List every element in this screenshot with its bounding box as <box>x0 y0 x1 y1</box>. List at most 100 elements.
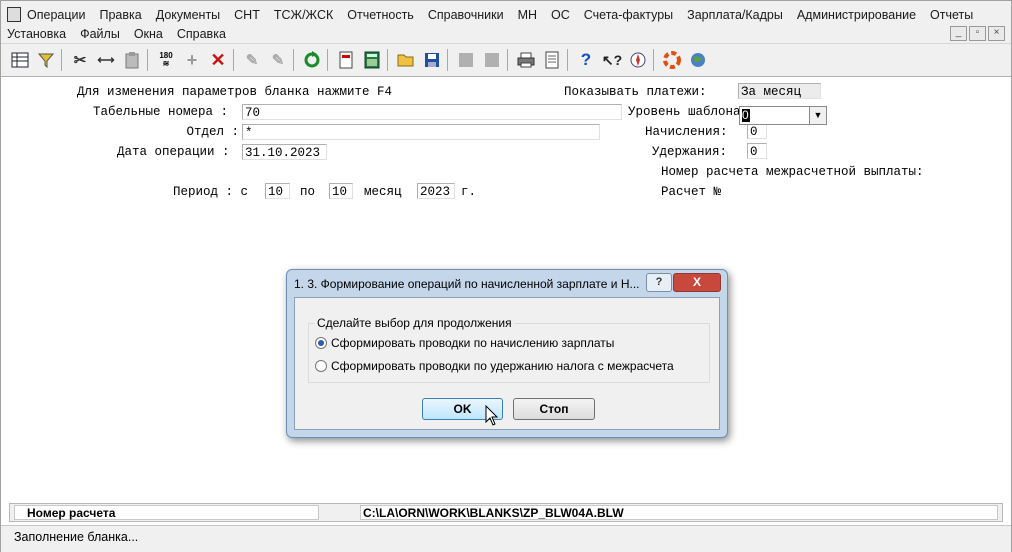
deductions-field[interactable]: 0 <box>747 143 767 159</box>
status-bar: Заполнение бланка... <box>1 525 1011 552</box>
minimize-button[interactable]: _ <box>950 26 967 41</box>
app-icon[interactable] <box>7 7 21 22</box>
choice-group: Сделайте выбор для продолжения Сформиров… <box>308 316 710 383</box>
paste-icon[interactable] <box>121 49 143 71</box>
dropper-icon[interactable]: ✎ <box>241 49 263 71</box>
menu-reporting[interactable]: Отчетность <box>347 8 414 22</box>
toolbar-separator <box>507 49 508 71</box>
close-window-button[interactable]: × <box>988 26 1005 41</box>
op-date-label: Дата операции : <box>117 145 230 159</box>
menu-help[interactable]: Справка <box>177 27 226 41</box>
mouse-cursor-icon <box>485 405 499 426</box>
menu-row-1: Операции Правка Документы СНТ ТСЖ/ЖСК От… <box>7 5 987 24</box>
dropper-ab-icon[interactable]: ✎ <box>267 49 289 71</box>
menu-documents[interactable]: Документы <box>156 8 220 22</box>
status-line: Номер расчета C:\LA\ORN\WORK\BLANKS\ZP_B… <box>9 503 1003 522</box>
menu-administration[interactable]: Администрирование <box>797 8 916 22</box>
toolbar-separator <box>327 49 328 71</box>
dialog-title: 1. 3. Формирование операций по начисленн… <box>294 277 640 291</box>
plus-icon[interactable]: + <box>181 49 203 71</box>
printer-icon[interactable] <box>515 49 537 71</box>
radio-unselected-icon[interactable] <box>315 360 327 372</box>
period-from-field[interactable]: 10 <box>265 183 290 199</box>
toolbar-separator <box>567 49 568 71</box>
f4-hint: Для изменения параметров бланка нажмите … <box>77 85 393 99</box>
option-accrual-label: Сформировать проводки по начислению зарп… <box>331 336 615 350</box>
period-by-label: по <box>300 185 316 199</box>
current-field-name: Номер расчета <box>14 505 319 520</box>
period-label: Период : с <box>173 185 249 199</box>
restore-button[interactable]: ▫ <box>969 26 986 41</box>
option-tax[interactable]: Сформировать проводки по удержанию налог… <box>315 359 674 373</box>
menu-invoices[interactable]: Счета-фактуры <box>584 8 673 22</box>
menu-os[interactable]: ОС <box>551 8 570 22</box>
toolbar-separator <box>233 49 234 71</box>
globe-icon[interactable] <box>687 49 709 71</box>
counter-icon[interactable]: 180 ≋ <box>155 49 177 71</box>
menu-snt[interactable]: СНТ <box>234 8 260 22</box>
period-year-suffix: г. <box>461 185 477 199</box>
period-to-field[interactable]: 10 <box>329 183 353 199</box>
dialog-help-button[interactable]: ? <box>646 273 672 292</box>
grey-square-icon[interactable] <box>455 49 477 71</box>
toolbar-separator <box>147 49 148 71</box>
toolbar-separator <box>447 49 448 71</box>
option-tax-label: Сформировать проводки по удержанию налог… <box>331 359 674 373</box>
toolbar: ✂ ⟷ 180 ≋ + ✕ ✎ ✎ ? ↖? <box>1 43 1011 77</box>
menu-mn[interactable]: МН <box>518 8 537 22</box>
period-year-field[interactable]: 2023 <box>417 183 455 199</box>
calc-number-label: Расчет № <box>661 185 722 199</box>
deductions-label: Удержания: <box>652 145 728 159</box>
department-field[interactable]: * <box>242 124 600 140</box>
filter-icon[interactable] <box>35 49 57 71</box>
mdi-window-controls: _ ▫ × <box>948 26 1005 41</box>
status-text: Заполнение бланка... <box>14 530 139 544</box>
menu-operations[interactable]: Операции <box>27 8 85 22</box>
menu-windows[interactable]: Окна <box>134 27 163 41</box>
context-help-icon[interactable]: ↖? <box>601 49 623 71</box>
show-payments-field[interactable]: За месяц <box>738 83 821 99</box>
option-accrual[interactable]: Сформировать проводки по начислению зарп… <box>315 336 614 350</box>
op-date-field[interactable]: 31.10.2023 <box>242 144 327 160</box>
blank-file-path: C:\LA\ORN\WORK\BLANKS\ZP_BLW04A.BLW <box>360 505 998 520</box>
scissors-icon[interactable]: ✂ <box>69 49 91 71</box>
accruals-label: Начисления: <box>645 125 728 139</box>
interim-number-label: Номер расчета межрасчетной выплаты: <box>661 165 924 179</box>
refresh-icon[interactable] <box>301 49 323 71</box>
radio-selected-icon[interactable] <box>315 337 327 349</box>
grey-square-icon[interactable] <box>481 49 503 71</box>
menu-references[interactable]: Справочники <box>428 8 504 22</box>
open-folder-icon[interactable] <box>395 49 417 71</box>
chevron-down-icon[interactable]: ▼ <box>809 107 826 124</box>
menu-settings[interactable]: Установка <box>7 27 66 41</box>
menu-payroll[interactable]: Зарплата/Кадры <box>687 8 783 22</box>
lifebuoy-icon[interactable] <box>661 49 683 71</box>
tab-numbers-label: Табельные номера : <box>93 105 229 119</box>
save-icon[interactable] <box>421 49 443 71</box>
tab-numbers-field[interactable]: 70 <box>242 104 622 120</box>
toolbar-separator <box>61 49 62 71</box>
period-month-label: месяц <box>364 185 402 199</box>
toolbar-separator <box>653 49 654 71</box>
toolbar-separator <box>387 49 388 71</box>
help-icon[interactable]: ? <box>575 49 597 71</box>
menu-reports[interactable]: Отчеты <box>930 8 973 22</box>
calc-number-value: 0 <box>742 108 750 122</box>
delete-icon[interactable]: ✕ <box>207 49 229 71</box>
choice-group-title: Сделайте выбор для продолжения <box>315 316 514 330</box>
accruals-field[interactable]: 0 <box>747 123 767 139</box>
menu-files[interactable]: Файлы <box>80 27 120 41</box>
document-icon[interactable] <box>541 49 563 71</box>
menu-edit[interactable]: Правка <box>99 8 141 22</box>
show-payments-label: Показывать платежи: <box>564 85 707 99</box>
stop-button[interactable]: Стоп <box>513 398 595 420</box>
calculator-icon[interactable] <box>361 49 383 71</box>
pdf-icon[interactable] <box>335 49 357 71</box>
compass-icon[interactable] <box>627 49 649 71</box>
split-icon[interactable]: ⟷ <box>95 49 117 71</box>
dialog-body: Сделайте выбор для продолжения Сформиров… <box>294 297 720 430</box>
calc-number-select[interactable]: 0 ▼ <box>739 106 827 125</box>
dialog-close-button[interactable]: X <box>673 273 721 292</box>
grid-icon[interactable] <box>9 49 31 71</box>
menu-tszh[interactable]: ТСЖ/ЖСК <box>274 8 333 22</box>
